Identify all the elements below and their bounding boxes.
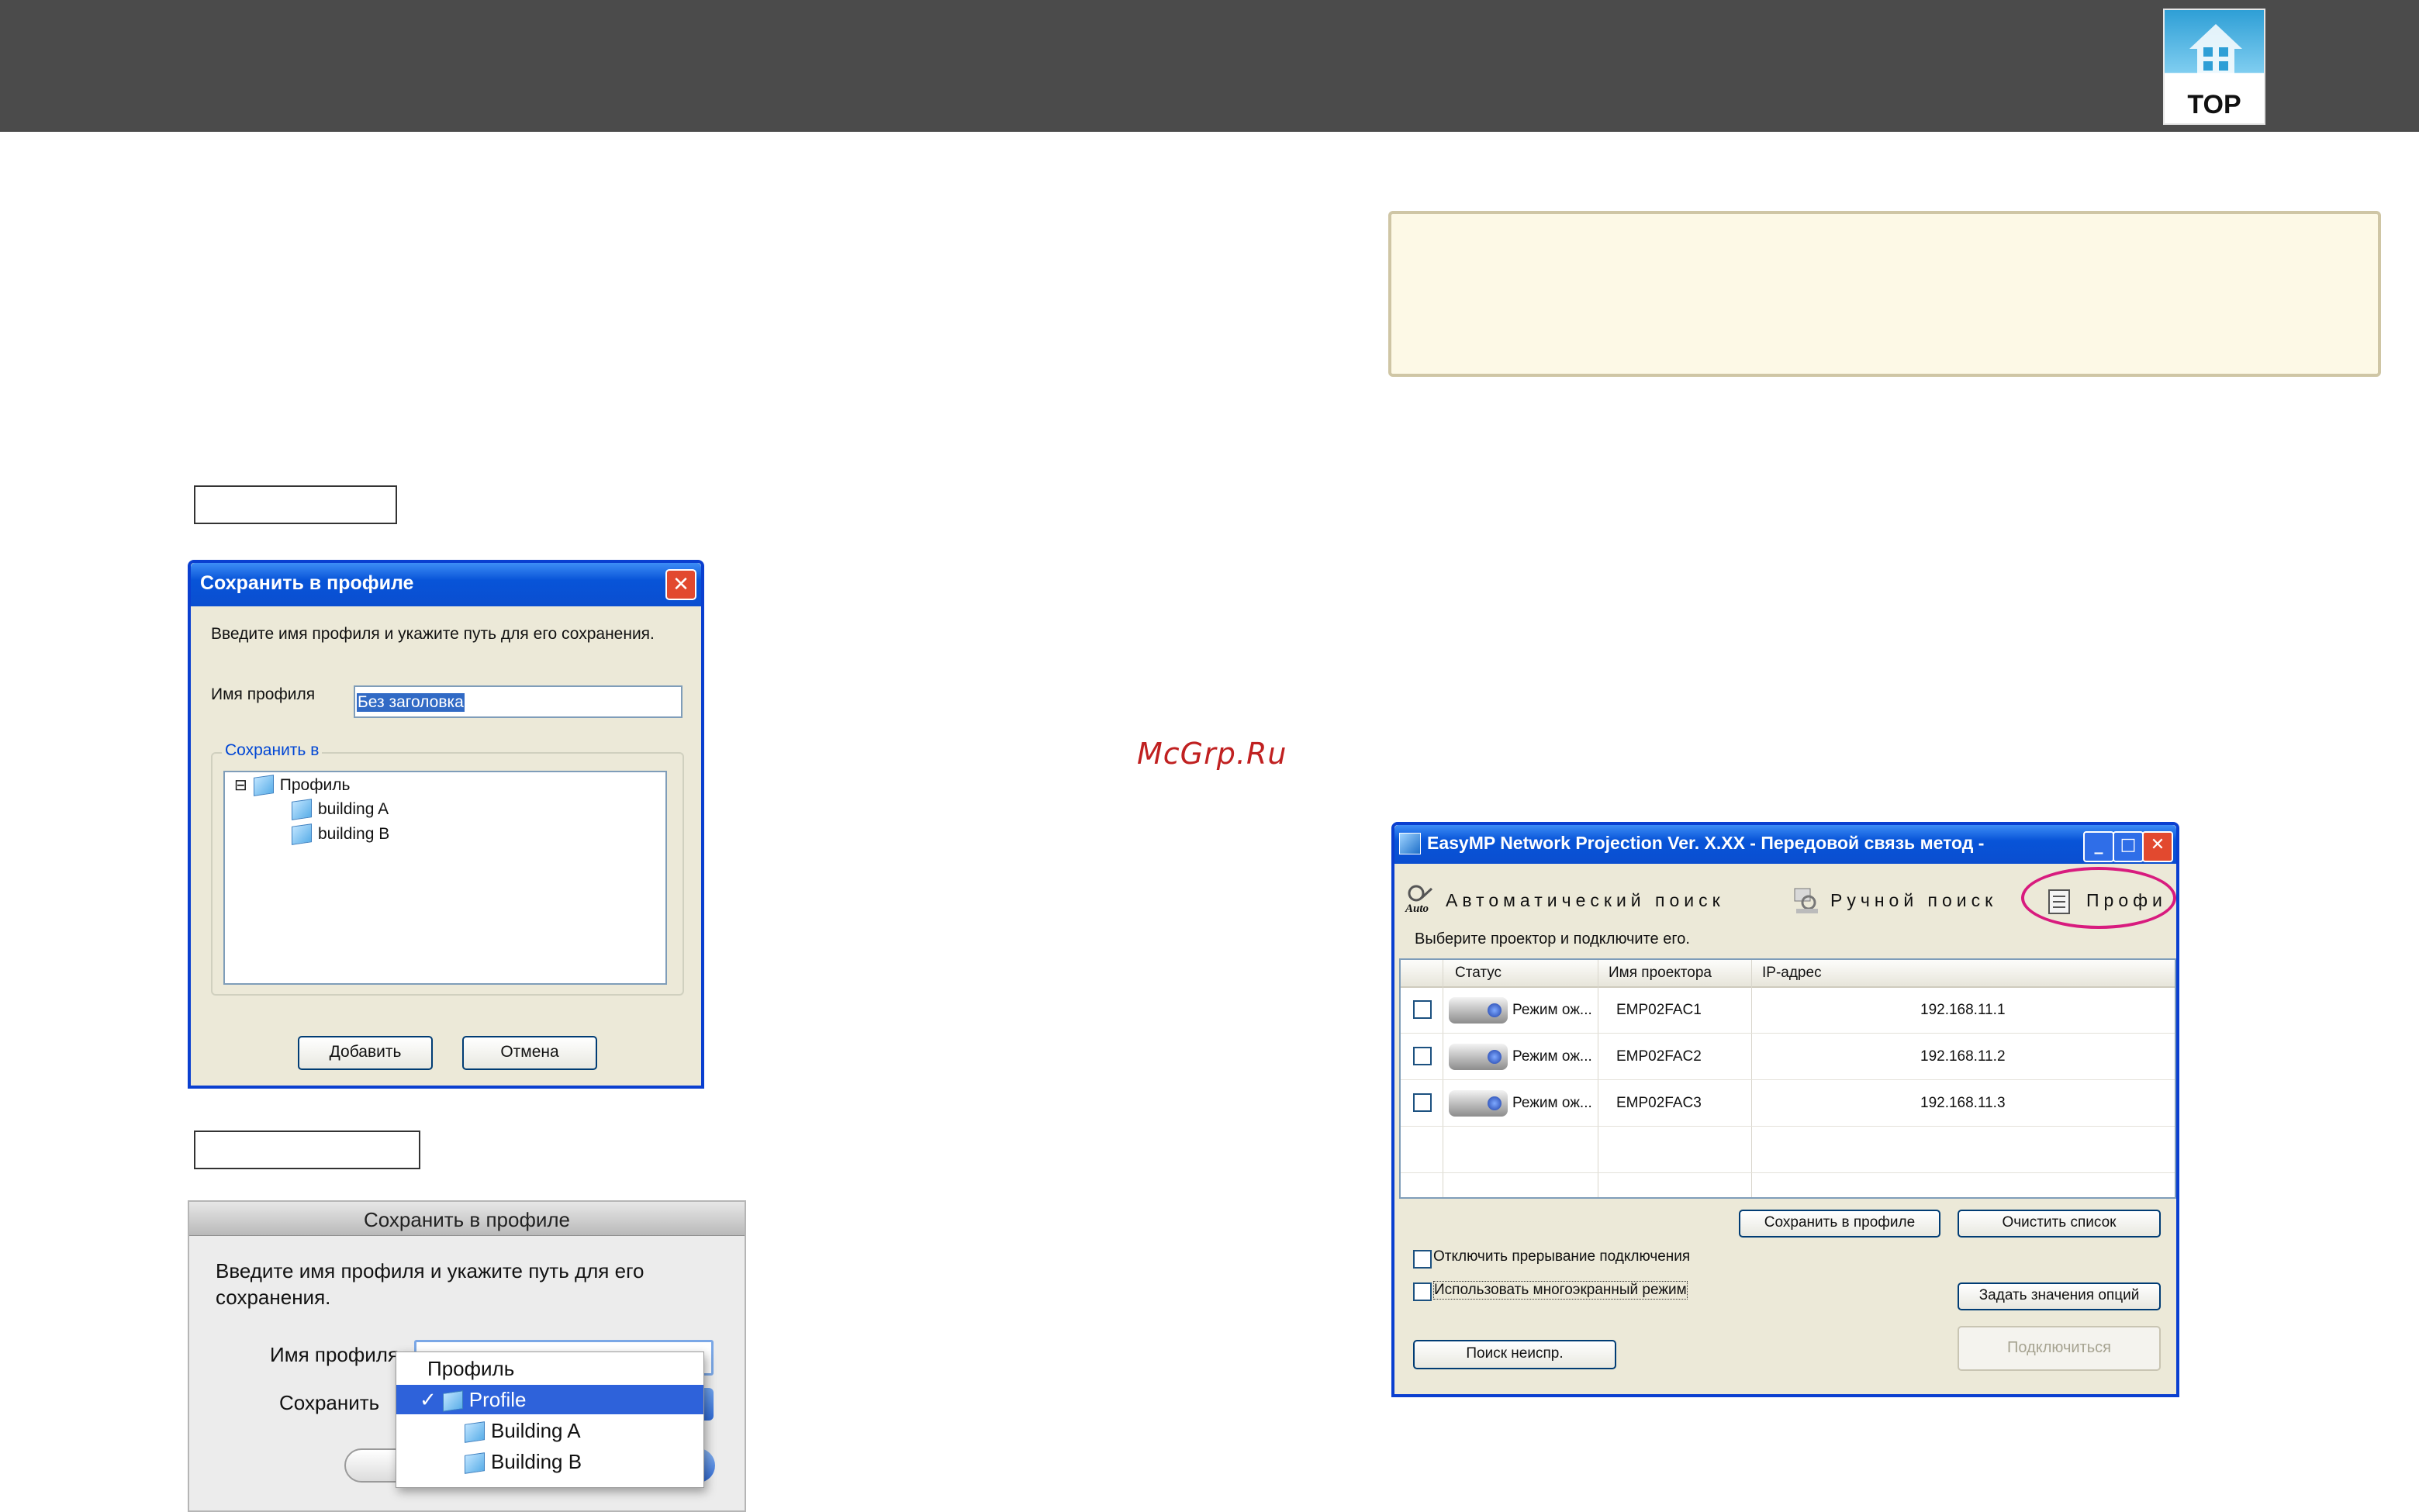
connect-button[interactable]: Подключиться [1958, 1326, 2161, 1371]
folder-icon [442, 1390, 463, 1412]
save-in-label: Сохранить в [222, 741, 323, 760]
magnifier-icon [1408, 885, 1433, 902]
multiscreen-label: Использовать многоэкранный режим [1433, 1281, 1688, 1300]
tree-item-label: building B [318, 825, 390, 843]
profile-name-label: Имя профиля [270, 1343, 399, 1366]
row-ip-address: 192.168.11.3 [1920, 1095, 2006, 1111]
tree-item-profile[interactable]: ⊟ Профиль [234, 775, 350, 799]
row-status: Режим ож... [1512, 1095, 1592, 1111]
row-checkbox[interactable] [1413, 1093, 1432, 1112]
profile-name-input[interactable]: Без заголовка [354, 685, 683, 718]
row-divider [1401, 1126, 2175, 1127]
disable-interrupt-checkbox[interactable] [1413, 1250, 1432, 1269]
clear-list-button[interactable]: Очистить список [1958, 1210, 2161, 1238]
row-projector-name: EMP02FAC3 [1616, 1095, 1702, 1111]
row-divider [1401, 1172, 2175, 1173]
note-box [1388, 211, 2381, 377]
tree-item-building-a[interactable]: building A [292, 799, 389, 823]
folder-tree[interactable]: ⊟ Профиль building A building B [223, 771, 667, 985]
add-button[interactable]: Добавить [298, 1036, 433, 1070]
folder-icon [253, 775, 274, 797]
select-projector-prompt: Выберите проектор и подключите его. [1415, 930, 1690, 948]
window-title: EasyMP Network Projection Ver. X.XX - Пе… [1427, 833, 1985, 853]
folder-icon [465, 1452, 485, 1474]
dialog-titlebar: Сохранить в профиле ✕ [191, 563, 701, 606]
close-button[interactable]: ✕ [2142, 831, 2173, 862]
menu-header: Профиль [427, 1357, 515, 1380]
profile-name-value: Без заголовка [357, 693, 465, 712]
row-ip-address: 192.168.11.1 [1920, 1002, 2006, 1018]
dialog-titlebar: Сохранить в профиле [189, 1202, 745, 1236]
windows-save-profile-dialog: Сохранить в профиле ✕ Введите имя профил… [188, 560, 704, 1089]
mac-caption-frame [194, 1131, 420, 1169]
tree-item-building-b[interactable]: building B [292, 823, 390, 848]
auto-search-tab[interactable]: Автоматический поиск [1446, 890, 1725, 911]
checkmark-icon: ✓ [420, 1388, 437, 1411]
cancel-button[interactable]: Отмена [462, 1036, 597, 1070]
row-status: Режим ож... [1512, 1002, 1592, 1018]
folder-icon [465, 1421, 485, 1443]
tree-item-label: Профиль [279, 776, 351, 794]
row-checkbox[interactable] [1413, 1047, 1432, 1065]
row-status: Режим ож... [1512, 1048, 1592, 1065]
dialog-title: Сохранить в профиле [363, 1208, 570, 1231]
multiscreen-checkbox[interactable] [1413, 1282, 1432, 1301]
auto-search-icon[interactable]: Auto [1405, 884, 1436, 918]
menu-item-label: Profile [468, 1388, 527, 1411]
manual-search-tab[interactable]: Ручной поиск [1830, 890, 1997, 911]
save-label: Сохранить [279, 1391, 380, 1414]
column-status[interactable]: Статус [1455, 965, 1502, 982]
disable-interrupt-label: Отключить прерывание подключения [1433, 1248, 1691, 1265]
dialog-instruction-line2: сохранения. [216, 1286, 331, 1309]
column-projector-name[interactable]: Имя проектора [1609, 965, 1712, 982]
tree-item-label: building A [318, 800, 389, 818]
close-button[interactable]: ✕ [665, 569, 696, 600]
windows-caption-frame [194, 485, 397, 524]
projector-icon [1449, 1044, 1508, 1070]
dialog-instruction: Введите имя профиля и укажите путь для е… [211, 625, 655, 643]
row-projector-name: EMP02FAC1 [1616, 1002, 1702, 1018]
minimize-button[interactable]: _ [2083, 831, 2114, 862]
top-label: TOP [2187, 90, 2241, 119]
maximize-button[interactable]: □ [2113, 831, 2144, 862]
row-checkbox[interactable] [1413, 1000, 1432, 1019]
window-titlebar: EasyMP Network Projection Ver. X.XX - Пе… [1394, 825, 2176, 864]
projector-icon [1449, 997, 1508, 1024]
folder-icon [292, 799, 312, 821]
manual-search-icon[interactable] [1792, 885, 1823, 917]
menu-item-building-b[interactable]: Building B [396, 1447, 703, 1476]
folder-icon [292, 823, 312, 846]
projector-list[interactable]: Статус Имя проектора IP-адрес Режим ож..… [1399, 958, 2176, 1199]
menu-item-profile[interactable]: ✓ Profile [396, 1385, 703, 1414]
row-divider [1401, 1033, 2175, 1034]
auto-label: Auto [1405, 903, 1429, 915]
save-location-menu: Профиль ✓ Profile Building A Building B [396, 1351, 704, 1488]
profile-highlight-ring [2021, 867, 2176, 929]
watermark: McGrp.Ru [1137, 737, 1287, 771]
row-projector-name: EMP02FAC2 [1616, 1048, 1702, 1065]
top-home-button[interactable]: TOP [2163, 9, 2265, 125]
set-options-button[interactable]: Задать значения опций [1958, 1282, 2161, 1310]
menu-item-label: Building B [491, 1450, 582, 1473]
save-to-profile-button[interactable]: Сохранить в профиле [1739, 1210, 1940, 1238]
column-divider [1751, 960, 1752, 1197]
projector-icon [1449, 1090, 1508, 1117]
column-ip-address[interactable]: IP-адрес [1762, 965, 1822, 982]
search-troubleshoot-button[interactable]: Поиск неиспр. [1413, 1340, 1616, 1369]
dialog-instruction-line1: Введите имя профиля и укажите путь для е… [216, 1259, 644, 1282]
collapse-icon[interactable]: ⊟ [234, 777, 247, 794]
list-header: Статус Имя проектора IP-адрес [1401, 960, 2175, 988]
dialog-title: Сохранить в профиле [200, 572, 414, 594]
row-divider [1401, 1079, 2175, 1080]
app-icon [1399, 833, 1421, 854]
house-icon [2189, 24, 2242, 75]
menu-item-label: Building A [491, 1419, 581, 1442]
header-bar [0, 0, 2419, 132]
menu-item-building-a[interactable]: Building A [396, 1416, 703, 1445]
row-ip-address: 192.168.11.2 [1920, 1048, 2006, 1065]
profile-name-label: Имя профиля [211, 685, 316, 703]
